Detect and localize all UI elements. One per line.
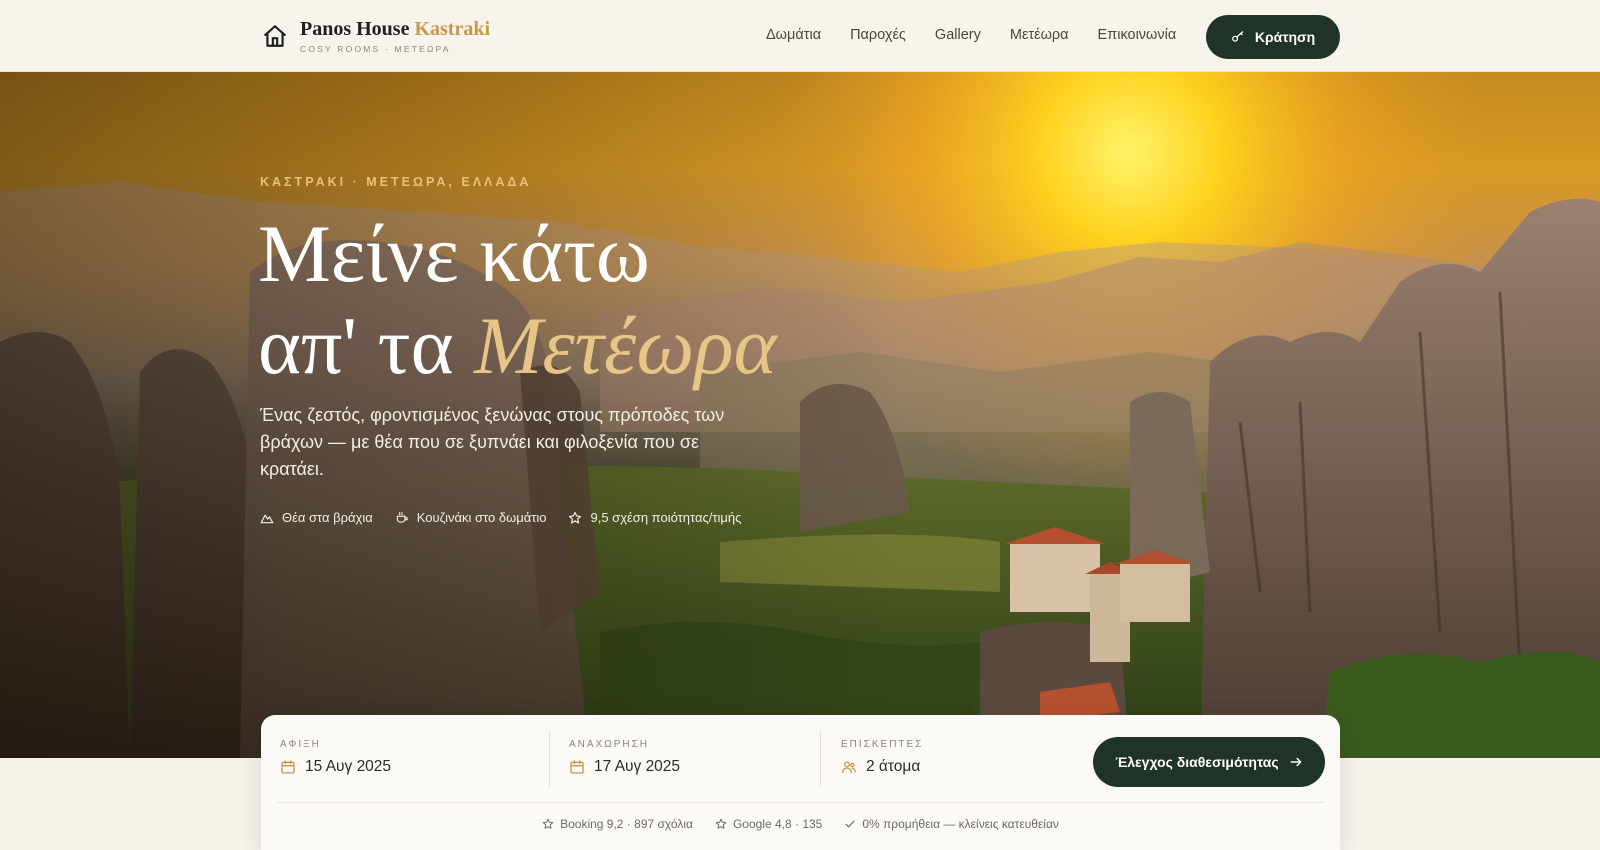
nav-links: Δωμάτια Παροχές Gallery Μετέωρα Επικοινω…	[766, 27, 1205, 43]
brand-name: Panos House Kastraki	[300, 18, 491, 40]
guests-value: 2 άτομα	[866, 758, 921, 775]
departure-field[interactable]: ΑΝΑΧΩΡΗΣΗ 17 Αυγ 2025	[569, 739, 680, 776]
key-icon	[1231, 31, 1244, 42]
brand-tagline: COSY ROOMS · ΜΕΤΕΩΡΑ	[300, 44, 451, 54]
calendar-icon	[570, 760, 584, 774]
calendar-icon	[281, 760, 295, 774]
rating-item: 0% προμήθεια — κλείνεις κατευθείαν	[844, 817, 1059, 831]
star-icon	[542, 818, 554, 829]
cup-icon	[396, 511, 408, 523]
guests-field[interactable]: ΕΠΙΣΚΕΠΤΕΣ 2 άτομα	[841, 739, 923, 776]
field-separator	[820, 731, 821, 787]
arrival-label: ΑΦΙΞΗ	[280, 739, 321, 750]
feature-item: Κουζινάκι στο δωμάτιο	[395, 510, 547, 525]
departure-label: ΑΝΑΧΩΡΗΣΗ	[569, 739, 650, 750]
arrival-value: 15 Αυγ 2025	[305, 758, 392, 775]
hero-title-accent: Μετέωρα	[474, 300, 777, 391]
guests-label: ΕΠΙΣΚΕΠΤΕΣ	[841, 739, 924, 750]
mountain-icon	[260, 514, 274, 523]
check-availability-button[interactable]: Έλεγχος διαθεσιμότητας	[1093, 737, 1325, 787]
nav-link-meteora[interactable]: Μετέωρα	[1010, 27, 1069, 43]
feature-label: 9,5 σχέση ποιότητας/τιμής	[590, 510, 742, 525]
hero-kicker: ΚΑΣΤΡΑΚΙ · ΜΕΤΕΩΡΑ, ΕΛΛΑΔΑ	[260, 175, 532, 189]
field-separator	[549, 731, 550, 787]
rating-item: Booking 9,2 · 897 σχόλια	[542, 817, 693, 831]
check-availability-label: Έλεγχος διαθεσιμότητας	[1115, 754, 1279, 770]
hero-title: Μείνε κάτω απ' τα Μετέωρα	[258, 208, 777, 392]
check-icon	[845, 820, 855, 828]
arrival-field[interactable]: ΑΦΙΞΗ 15 Αυγ 2025	[280, 739, 391, 776]
rating-text: Booking 9,2 · 897 σχόλια	[560, 817, 693, 831]
brand-logo[interactable]: Panos House Kastraki COSY ROOMS · ΜΕΤΕΩΡ…	[262, 18, 490, 54]
house-icon	[264, 25, 286, 47]
top-navbar: Panos House Kastraki COSY ROOMS · ΜΕΤΕΩΡ…	[0, 0, 1600, 72]
feature-item: 9,5 σχέση ποιότητας/τιμής	[568, 510, 741, 525]
feature-label: Θέα στα βράχια	[282, 510, 373, 525]
nav-link-gallery[interactable]: Gallery	[935, 27, 981, 43]
hero-section: ΚΑΣΤΡΑΚΙ · ΜΕΤΕΩΡΑ, ΕΛΛΑΔΑ Μείνε κάτω απ…	[0, 72, 1600, 758]
hero-title-line2: απ' τα	[258, 300, 454, 391]
hero-title-line1: Μείνε κάτω	[258, 208, 650, 299]
hero-features: Θέα στα βράχια Κουζινάκι στο δωμάτιο 9,5…	[260, 510, 741, 525]
feature-item: Θέα στα βράχια	[260, 510, 373, 525]
brand-name-accent: Kastraki	[414, 18, 491, 40]
rating-text: Google 4,8 · 135	[732, 817, 823, 831]
users-icon	[842, 761, 857, 773]
ratings-row: Booking 9,2 · 897 σχόλια Google 4,8 · 13…	[261, 817, 1340, 831]
nav-link-contact[interactable]: Επικοινωνία	[1098, 27, 1177, 43]
book-button[interactable]: Κράτηση	[1206, 15, 1340, 59]
booking-panel: ΑΦΙΞΗ 15 Αυγ 2025 ΑΝΑΧΩΡΗΣΗ 17 Αυγ 2025 …	[261, 715, 1340, 850]
book-button-label: Κράτηση	[1254, 29, 1316, 45]
nav-link-amenities[interactable]: Παροχές	[850, 27, 906, 43]
nav-link-rooms[interactable]: Δωμάτια	[766, 27, 821, 43]
star-icon	[569, 511, 582, 524]
rating-item: Google 4,8 · 135	[715, 817, 822, 831]
departure-value: 17 Αυγ 2025	[594, 758, 681, 775]
arrow-right-icon	[1290, 757, 1302, 767]
feature-label: Κουζινάκι στο δωμάτιο	[416, 510, 547, 525]
hero-lead: Ένας ζεστός, φροντισμένος ξενώνας στους …	[260, 405, 725, 479]
panel-divider	[277, 802, 1324, 803]
star-icon	[715, 818, 727, 829]
rating-text: 0% προμήθεια — κλείνεις κατευθείαν	[862, 817, 1059, 831]
